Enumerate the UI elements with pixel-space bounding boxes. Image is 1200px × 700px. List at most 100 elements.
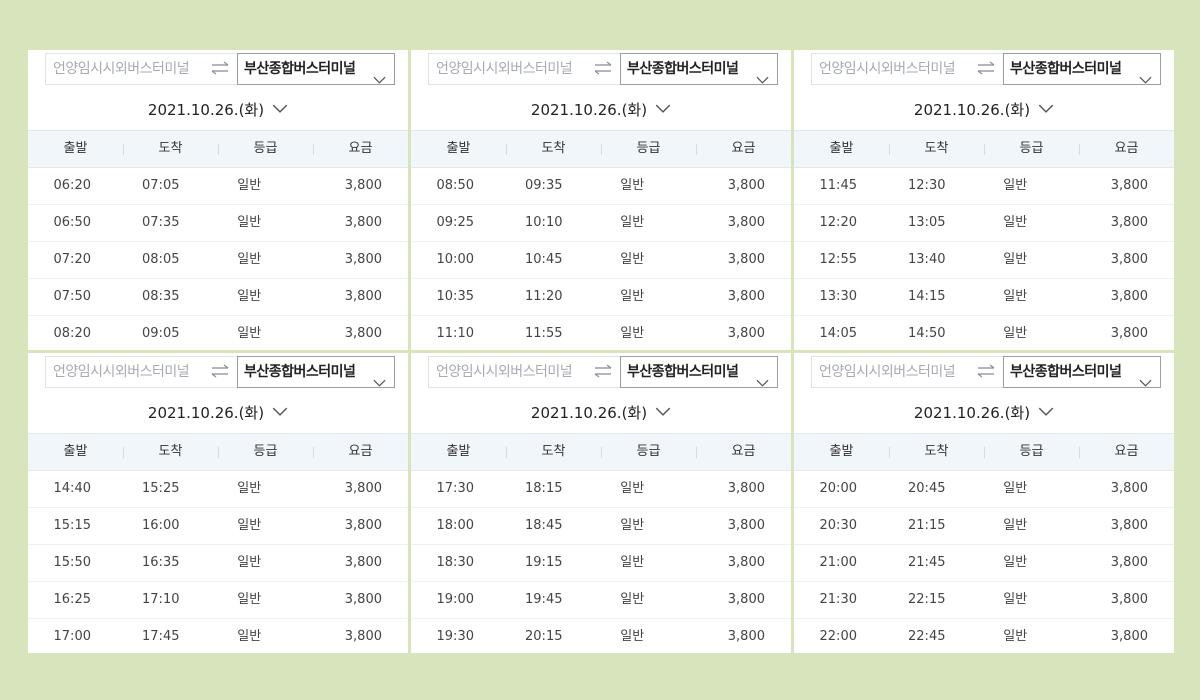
swap-button[interactable] xyxy=(585,356,620,388)
swap-arrows-icon xyxy=(594,60,612,79)
table-row[interactable]: 12:20 13:05 일반 3,800 xyxy=(794,205,1174,242)
arrival-select[interactable]: 부산종합버스터미널 xyxy=(620,356,778,388)
departure-time: 10:35 xyxy=(436,289,474,304)
table-row[interactable]: 21:00 21:45 일반 3,800 xyxy=(794,545,1174,582)
arrival-time: 20:45 xyxy=(908,481,946,496)
table-row[interactable]: 14:40 15:25 일반 3,800 xyxy=(28,471,408,508)
column-header: 요금 xyxy=(1079,131,1174,167)
table-row[interactable]: 19:30 20:15 일반 3,800 xyxy=(411,619,791,653)
table-row[interactable]: 06:50 07:35 일반 3,800 xyxy=(28,205,408,242)
table-row[interactable]: 12:55 13:40 일반 3,800 xyxy=(794,242,1174,279)
bus-grade: 일반 xyxy=(237,629,262,644)
column-header: 출발 xyxy=(829,444,854,459)
arrival-time: 21:15 xyxy=(908,518,946,533)
fare: 3,800 xyxy=(1110,592,1148,607)
table-row[interactable]: 15:50 16:35 일반 3,800 xyxy=(28,545,408,582)
route-selector: 언양임시시외버스터미널 부산종합버스터미널 xyxy=(428,53,778,85)
swap-button[interactable] xyxy=(968,53,1003,85)
arrival-select[interactable]: 부산종합버스터미널 xyxy=(620,53,778,85)
table-row[interactable]: 07:20 08:05 일반 3,800 xyxy=(28,242,408,279)
table-row[interactable]: 21:30 22:15 일반 3,800 xyxy=(794,582,1174,619)
date-selector[interactable]: 2021.10.26.(화) xyxy=(794,399,1174,423)
table-row[interactable]: 10:35 11:20 일반 3,800 xyxy=(411,279,791,316)
date-label: 2021.10.26.(화) xyxy=(913,101,1031,119)
column-header: 요금 xyxy=(313,434,408,470)
swap-button[interactable] xyxy=(968,356,1003,388)
bus-grade: 일반 xyxy=(1003,289,1028,304)
arrival-select[interactable]: 부산종합버스터미널 xyxy=(237,53,395,85)
date-selector[interactable]: 2021.10.26.(화) xyxy=(411,96,791,120)
departure-time: 15:15 xyxy=(53,518,91,533)
fare: 3,800 xyxy=(727,215,765,230)
table-body: 20:00 20:45 일반 3,800 20:30 21:15 일반 3,800 21:00 2… xyxy=(794,471,1174,653)
swap-button[interactable] xyxy=(585,53,620,85)
table-row[interactable]: 06:20 07:05 일반 3,800 xyxy=(28,168,408,205)
table-row[interactable]: 18:00 18:45 일반 3,800 xyxy=(411,508,791,545)
table-row[interactable]: 16:25 17:10 일반 3,800 xyxy=(28,582,408,619)
arrival-time: 12:30 xyxy=(908,178,946,193)
swap-arrows-icon xyxy=(211,363,229,382)
departure-time: 21:00 xyxy=(819,555,857,570)
departure-time: 06:20 xyxy=(53,178,91,193)
arrival-time: 14:50 xyxy=(908,326,946,341)
table-row[interactable]: 20:30 21:15 일반 3,800 xyxy=(794,508,1174,545)
arrival-select[interactable]: 부산종합버스터미널 xyxy=(1003,356,1161,388)
date-selector[interactable]: 2021.10.26.(화) xyxy=(28,96,408,120)
arrival-select[interactable]: 부산종합버스터미널 xyxy=(237,356,395,388)
date-selector[interactable]: 2021.10.26.(화) xyxy=(794,96,1174,120)
fare: 3,800 xyxy=(1110,481,1148,496)
departure-input[interactable]: 언양임시시외버스터미널 xyxy=(811,53,968,85)
fare: 3,800 xyxy=(727,518,765,533)
departure-input[interactable]: 언양임시시외버스터미널 xyxy=(45,53,202,85)
date-selector[interactable]: 2021.10.26.(화) xyxy=(411,399,791,423)
fare: 3,800 xyxy=(1110,326,1148,341)
swap-button[interactable] xyxy=(202,356,237,388)
bus-grade: 일반 xyxy=(237,252,262,267)
bus-grade: 일반 xyxy=(237,518,262,533)
table-row[interactable]: 07:50 08:35 일반 3,800 xyxy=(28,279,408,316)
chevron-down-icon xyxy=(756,65,769,84)
date-label: 2021.10.26.(화) xyxy=(530,404,648,422)
table-row[interactable]: 08:20 09:05 일반 3,800 xyxy=(28,316,408,350)
bus-grade: 일반 xyxy=(237,592,262,607)
departure-time: 20:30 xyxy=(819,518,857,533)
chevron-down-icon xyxy=(1038,96,1054,120)
fare: 3,800 xyxy=(344,178,382,193)
table-row[interactable]: 17:00 17:45 일반 3,800 xyxy=(28,619,408,653)
column-header: 출발 xyxy=(63,444,88,459)
departure-time: 10:00 xyxy=(436,252,474,267)
departure-input[interactable]: 언양임시시외버스터미널 xyxy=(428,53,585,85)
swap-button[interactable] xyxy=(202,53,237,85)
table-body: 06:20 07:05 일반 3,800 06:50 07:35 일반 3,800 07:20 0… xyxy=(28,168,408,350)
arrival-label: 부산종합버스터미널 xyxy=(1010,364,1122,380)
table-row[interactable]: 13:30 14:15 일반 3,800 xyxy=(794,279,1174,316)
table-row[interactable]: 10:00 10:45 일반 3,800 xyxy=(411,242,791,279)
table-row[interactable]: 11:45 12:30 일반 3,800 xyxy=(794,168,1174,205)
column-header: 요금 xyxy=(1079,434,1174,470)
table-row[interactable]: 17:30 18:15 일반 3,800 xyxy=(411,471,791,508)
fare: 3,800 xyxy=(727,178,765,193)
arrival-time: 22:15 xyxy=(908,592,946,607)
table-row[interactable]: 11:10 11:55 일반 3,800 xyxy=(411,316,791,350)
table-row[interactable]: 19:00 19:45 일반 3,800 xyxy=(411,582,791,619)
table-row[interactable]: 18:30 19:15 일반 3,800 xyxy=(411,545,791,582)
timetable-panel: 언양임시시외버스터미널 부산종합버스터미널 2021.10.26.(화) 출발 도착 등급… xyxy=(28,50,408,350)
arrival-label: 부산종합버스터미널 xyxy=(627,364,739,380)
table-row[interactable]: 20:00 20:45 일반 3,800 xyxy=(794,471,1174,508)
fare: 3,800 xyxy=(727,555,765,570)
departure-time: 17:30 xyxy=(436,481,474,496)
table-row[interactable]: 09:25 10:10 일반 3,800 xyxy=(411,205,791,242)
swap-arrows-icon xyxy=(594,363,612,382)
departure-time: 21:30 xyxy=(819,592,857,607)
table-row[interactable]: 15:15 16:00 일반 3,800 xyxy=(28,508,408,545)
departure-input[interactable]: 언양임시시외버스터미널 xyxy=(45,356,202,388)
column-header: 출발 xyxy=(829,141,854,156)
departure-input[interactable]: 언양임시시외버스터미널 xyxy=(428,356,585,388)
table-row[interactable]: 08:50 09:35 일반 3,800 xyxy=(411,168,791,205)
table-row[interactable]: 22:00 22:45 일반 3,800 xyxy=(794,619,1174,653)
arrival-select[interactable]: 부산종합버스터미널 xyxy=(1003,53,1161,85)
date-selector[interactable]: 2021.10.26.(화) xyxy=(28,399,408,423)
table-row[interactable]: 14:05 14:50 일반 3,800 xyxy=(794,316,1174,350)
arrival-time: 20:15 xyxy=(525,629,563,644)
departure-input[interactable]: 언양임시시외버스터미널 xyxy=(811,356,968,388)
